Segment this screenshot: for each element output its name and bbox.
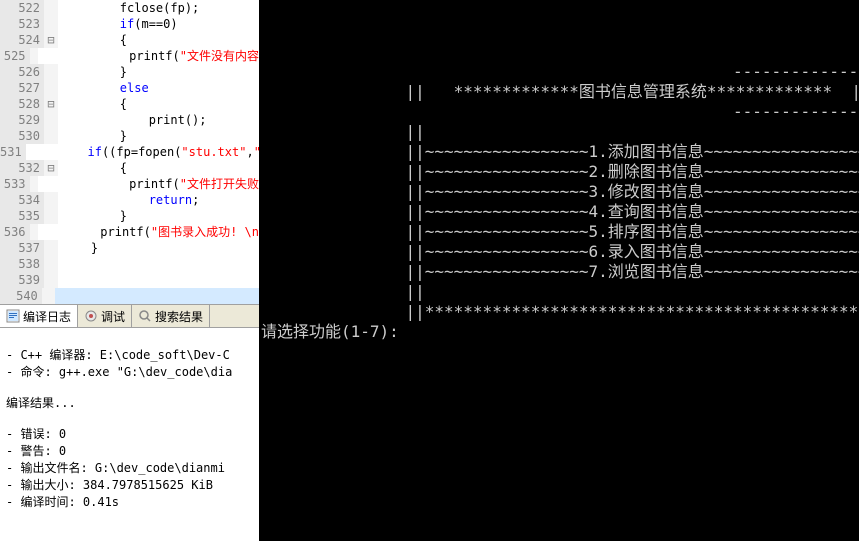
line-number: 536 bbox=[0, 224, 30, 240]
code-line[interactable]: 526 } bbox=[0, 64, 259, 80]
fold-marker bbox=[44, 64, 58, 80]
console-window[interactable]: --------------- || *************图书信息管理系统… bbox=[259, 0, 859, 541]
tab-debug[interactable]: 调试 bbox=[78, 305, 132, 327]
code-text: printf("文件没有内容 bbox=[38, 48, 259, 64]
code-editor[interactable]: 522 fclose(fp);523 if(m==0)524⊟ {525 pri… bbox=[0, 0, 259, 304]
line-number: 539 bbox=[0, 272, 44, 288]
fold-marker bbox=[30, 224, 39, 240]
line-number: 532 bbox=[0, 160, 44, 176]
code-line[interactable]: 537 } bbox=[0, 240, 259, 256]
code-text bbox=[55, 288, 259, 304]
bottom-tabbar: 编译日志 调试 搜索结果 bbox=[0, 304, 259, 328]
fold-marker[interactable]: ⊟ bbox=[44, 32, 58, 48]
code-text: if(m==0) bbox=[58, 16, 178, 32]
fold-marker bbox=[44, 16, 58, 32]
fold-marker[interactable]: ⊟ bbox=[44, 96, 58, 112]
code-text: } bbox=[58, 64, 127, 80]
line-number: 533 bbox=[0, 176, 30, 192]
code-line[interactable]: 523 if(m==0) bbox=[0, 16, 259, 32]
code-text bbox=[58, 272, 62, 288]
search-icon bbox=[138, 309, 152, 323]
bug-icon bbox=[84, 309, 98, 323]
code-text: printf("图书录入成功! \n bbox=[38, 224, 259, 240]
line-number: 529 bbox=[0, 112, 44, 128]
line-number: 531 bbox=[0, 144, 26, 160]
code-text: { bbox=[58, 32, 127, 48]
code-line[interactable]: 532⊟ { bbox=[0, 160, 259, 176]
line-number: 535 bbox=[0, 208, 44, 224]
code-text bbox=[58, 256, 62, 272]
code-text: } bbox=[58, 128, 127, 144]
tab-compile-log-label: 编译日志 bbox=[23, 308, 71, 325]
fold-marker bbox=[42, 288, 55, 304]
fold-marker[interactable]: ⊟ bbox=[44, 160, 58, 176]
code-text: } bbox=[58, 240, 98, 256]
line-number: 528 bbox=[0, 96, 44, 112]
fold-marker bbox=[30, 48, 39, 64]
code-line[interactable]: 538 bbox=[0, 256, 259, 272]
line-number: 534 bbox=[0, 192, 44, 208]
tab-debug-label: 调试 bbox=[101, 308, 125, 325]
line-number: 537 bbox=[0, 240, 44, 256]
code-line[interactable]: 536 printf("图书录入成功! \n bbox=[0, 224, 259, 240]
code-text: print(); bbox=[58, 112, 207, 128]
fold-marker bbox=[44, 208, 58, 224]
fold-marker bbox=[30, 176, 39, 192]
log-icon bbox=[6, 309, 20, 323]
code-line[interactable]: 533 printf("文件打开失败 bbox=[0, 176, 259, 192]
code-line[interactable]: 527 else bbox=[0, 80, 259, 96]
code-line[interactable]: 525 printf("文件没有内容 bbox=[0, 48, 259, 64]
fold-marker bbox=[44, 256, 58, 272]
app-root: 522 fclose(fp);523 if(m==0)524⊟ {525 pri… bbox=[0, 0, 859, 541]
tab-search-label: 搜索结果 bbox=[155, 308, 203, 325]
code-text: else bbox=[58, 80, 149, 96]
fold-marker bbox=[44, 112, 58, 128]
code-text: { bbox=[58, 160, 127, 176]
line-number: 530 bbox=[0, 128, 44, 144]
line-number: 540 bbox=[0, 288, 42, 304]
code-line[interactable]: 530 } bbox=[0, 128, 259, 144]
tab-search[interactable]: 搜索结果 bbox=[132, 305, 210, 327]
code-line[interactable]: 522 fclose(fp); bbox=[0, 0, 259, 16]
line-number: 527 bbox=[0, 80, 44, 96]
fold-marker bbox=[44, 0, 58, 16]
code-text: fclose(fp); bbox=[58, 0, 199, 16]
line-number: 526 bbox=[0, 64, 44, 80]
fold-marker bbox=[44, 192, 58, 208]
code-line[interactable]: 535 } bbox=[0, 208, 259, 224]
line-number: 524 bbox=[0, 32, 44, 48]
code-line[interactable]: 529 print(); bbox=[0, 112, 259, 128]
code-text: printf("文件打开失败 bbox=[38, 176, 259, 192]
fold-marker bbox=[44, 128, 58, 144]
line-number: 525 bbox=[0, 48, 30, 64]
line-number: 522 bbox=[0, 0, 44, 16]
fold-marker bbox=[44, 272, 58, 288]
fold-marker bbox=[44, 80, 58, 96]
code-line[interactable]: 531 if((fp=fopen("stu.txt","a bbox=[0, 144, 259, 160]
ide-panel: 522 fclose(fp);523 if(m==0)524⊟ {525 pri… bbox=[0, 0, 259, 541]
fold-marker bbox=[44, 240, 58, 256]
line-number: 523 bbox=[0, 16, 44, 32]
code-line[interactable]: 540 bbox=[0, 288, 259, 304]
tab-compile-log[interactable]: 编译日志 bbox=[0, 305, 78, 327]
code-line[interactable]: 528⊟ { bbox=[0, 96, 259, 112]
code-text: { bbox=[58, 96, 127, 112]
code-text: if((fp=fopen("stu.txt","a bbox=[26, 144, 259, 160]
line-number: 538 bbox=[0, 256, 44, 272]
code-line[interactable]: 534 return; bbox=[0, 192, 259, 208]
code-text: } bbox=[58, 208, 127, 224]
code-text: return; bbox=[58, 192, 199, 208]
code-line[interactable]: 524⊟ { bbox=[0, 32, 259, 48]
compile-output: - C++ 编译器: E:\code_soft\Dev-C - 命令: g++.… bbox=[0, 328, 259, 541]
code-line[interactable]: 539 bbox=[0, 272, 259, 288]
